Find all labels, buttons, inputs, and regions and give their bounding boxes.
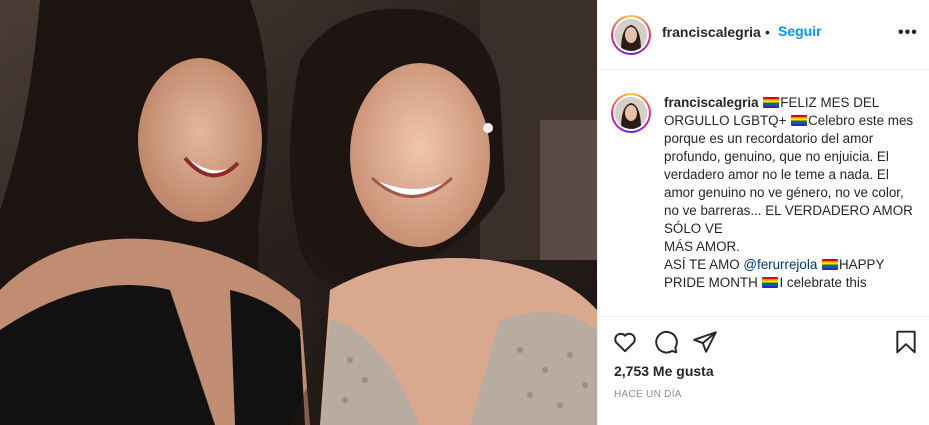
caption-area: franciscalegria FELIZ MES DEL ORGULLO LG… bbox=[598, 71, 929, 316]
caption-mention-link[interactable]: @ferurrejola bbox=[743, 257, 817, 272]
caption-text-segment bbox=[817, 257, 821, 272]
bookmark-icon[interactable] bbox=[893, 329, 919, 355]
post-header: franciscalegria • Seguir ••• bbox=[598, 0, 929, 70]
rainbow-flag-icon bbox=[763, 97, 780, 108]
post-actions: 2,753 Me gusta HACE UN DÍA bbox=[598, 316, 929, 425]
post-username[interactable]: franciscalegria bbox=[662, 24, 761, 40]
separator-dot: • bbox=[765, 24, 770, 40]
more-options-icon[interactable]: ••• bbox=[898, 24, 918, 42]
caption-username[interactable]: franciscalegria bbox=[664, 95, 759, 110]
profile-avatar-ring[interactable] bbox=[611, 15, 651, 55]
avatar[interactable] bbox=[615, 19, 647, 51]
post-timestamp[interactable]: HACE UN DÍA bbox=[614, 389, 682, 400]
rainbow-flag-icon bbox=[791, 115, 808, 126]
rainbow-flag-icon bbox=[822, 259, 839, 270]
share-icon[interactable] bbox=[692, 329, 718, 355]
caption-text-segment: I celebrate this bbox=[779, 275, 867, 290]
caption-text-segment: Celebro este mes porque es un recordator… bbox=[664, 113, 914, 272]
heart-icon[interactable] bbox=[612, 329, 638, 355]
likes-count[interactable]: 2,753 Me gusta bbox=[614, 363, 714, 379]
post-panel: franciscalegria • Seguir ••• franciscale… bbox=[597, 0, 929, 425]
post-photo[interactable] bbox=[0, 0, 597, 425]
avatar[interactable] bbox=[615, 97, 647, 129]
photo-image bbox=[0, 0, 597, 425]
post-caption: franciscalegria FELIZ MES DEL ORGULLO LG… bbox=[664, 94, 922, 292]
caption-avatar-ring[interactable] bbox=[611, 93, 651, 133]
comment-icon[interactable] bbox=[653, 329, 679, 355]
rainbow-flag-icon bbox=[762, 277, 779, 288]
follow-button[interactable]: Seguir bbox=[778, 23, 822, 39]
caption-text: FELIZ MES DEL ORGULLO LGBTQ+ Celebro est… bbox=[664, 95, 913, 290]
